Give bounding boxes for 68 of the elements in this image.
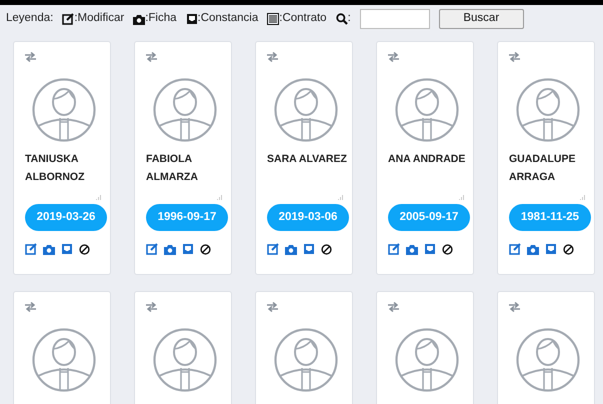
- avatar-icon: [395, 78, 459, 142]
- person-name: FABIOLA ALMARZA: [146, 152, 199, 185]
- search-field[interactable]: [360, 9, 430, 29]
- swap-icon[interactable]: [509, 302, 520, 312]
- swap-icon[interactable]: [25, 302, 36, 312]
- swap-icon[interactable]: [388, 52, 399, 62]
- ban-icon[interactable]: [321, 243, 332, 255]
- swap-icon[interactable]: [146, 302, 157, 312]
- date-button[interactable]: 2019-03-06: [267, 204, 349, 231]
- search-label: :: [348, 11, 351, 26]
- avatar-icon: [32, 328, 96, 392]
- swap-icon[interactable]: [146, 52, 157, 62]
- legend-label: Leyenda:: [6, 11, 54, 26]
- legend-text: :Modificar: [74, 11, 124, 26]
- avatar-icon: [516, 78, 580, 142]
- avatar-icon: [153, 78, 217, 142]
- avatar-icon: [32, 78, 96, 142]
- signal-icon: [459, 194, 465, 200]
- signal-icon: [580, 194, 586, 200]
- person-name: GUADALUPE ARRAGA: [509, 152, 577, 185]
- signal-icon: [217, 194, 223, 200]
- avatar-icon: [153, 328, 217, 392]
- edit-icon[interactable]: [509, 243, 521, 255]
- person-name: ANA ANDRADE: [388, 152, 466, 167]
- camera-icon[interactable]: [285, 243, 297, 255]
- camera-icon[interactable]: [43, 243, 55, 255]
- search-button[interactable]: Buscar: [438, 9, 524, 29]
- inbox-icon: [186, 13, 198, 25]
- date-button[interactable]: 1996-09-17: [146, 204, 228, 231]
- edit-icon: [62, 13, 74, 25]
- legend-text: :Constancia: [198, 11, 258, 26]
- inbox-icon[interactable]: [424, 243, 436, 255]
- edit-icon[interactable]: [267, 243, 279, 255]
- inbox-icon[interactable]: [61, 243, 73, 255]
- avatar-icon: [274, 328, 338, 392]
- inbox-icon[interactable]: [303, 243, 315, 255]
- camera-icon[interactable]: [164, 243, 176, 255]
- swap-icon[interactable]: [509, 52, 520, 62]
- swap-icon[interactable]: [388, 302, 399, 312]
- search-icon: [336, 13, 348, 25]
- swap-icon[interactable]: [25, 52, 36, 62]
- avatar-icon: [395, 328, 459, 392]
- edit-icon[interactable]: [25, 243, 37, 255]
- legend-text: :Ficha: [145, 11, 177, 26]
- inbox-icon[interactable]: [545, 243, 557, 255]
- avatar-icon: [516, 328, 580, 392]
- camera-icon: [133, 14, 146, 24]
- inbox-icon[interactable]: [182, 243, 194, 255]
- person-name: TANIUSKA ALBORNOZ: [25, 152, 86, 185]
- ban-icon[interactable]: [563, 243, 574, 255]
- edit-icon[interactable]: [388, 243, 400, 255]
- ban-icon[interactable]: [200, 243, 211, 255]
- avatar-icon: [274, 78, 338, 142]
- ban-icon[interactable]: [79, 243, 90, 255]
- edit-icon[interactable]: [146, 243, 158, 255]
- ban-icon[interactable]: [442, 243, 453, 255]
- swap-icon[interactable]: [267, 302, 278, 312]
- date-button[interactable]: 2019-03-26: [25, 204, 107, 231]
- camera-icon[interactable]: [406, 243, 418, 255]
- signal-icon: [96, 194, 102, 200]
- legend-text: :Contrato: [279, 11, 327, 26]
- list-icon: [267, 13, 280, 25]
- signal-icon: [338, 194, 344, 200]
- person-name: SARA ALVAREZ: [267, 152, 347, 167]
- date-button[interactable]: 1981-11-25: [509, 204, 591, 231]
- camera-icon[interactable]: [527, 243, 539, 255]
- date-button[interactable]: 2005-09-17: [388, 204, 470, 231]
- swap-icon[interactable]: [267, 52, 278, 62]
